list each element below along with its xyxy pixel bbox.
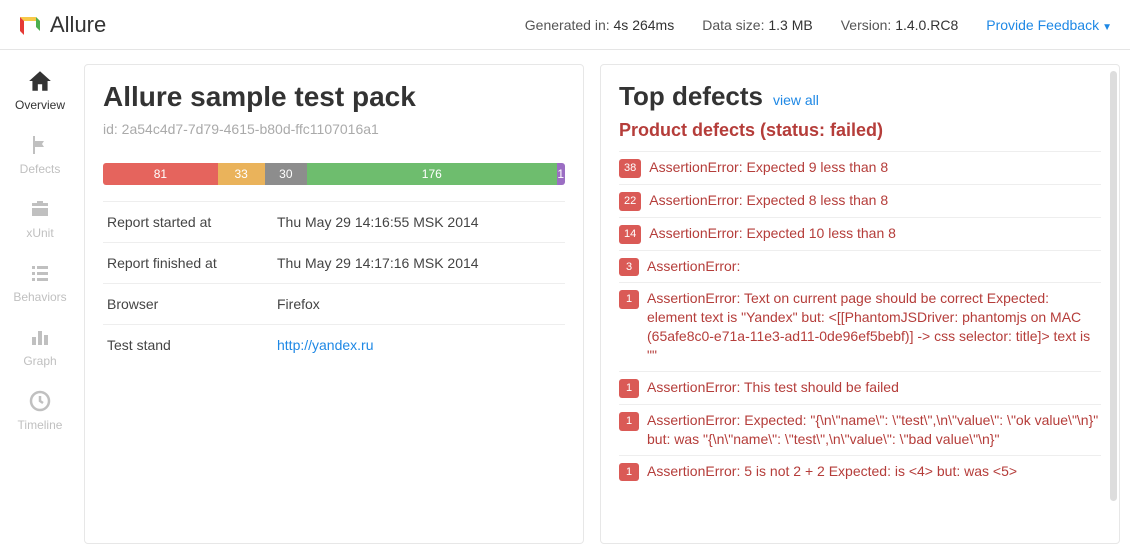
view-all-link[interactable]: view all — [773, 92, 819, 108]
defect-text: AssertionError: Expected 8 less than 8 — [649, 191, 888, 210]
top-defects-card: Top defects view all Product defects (st… — [600, 64, 1120, 544]
sidebar-item-label: Graph — [23, 354, 56, 368]
info-label: Test stand — [103, 325, 273, 366]
defects-subtitle: Product defects (status: failed) — [619, 120, 1101, 141]
test-pack-card: Allure sample test pack id: 2a54c4d7-7d7… — [84, 64, 584, 544]
info-value: Thu May 29 14:16:55 MSK 2014 — [273, 202, 565, 243]
status-unknown-seg[interactable]: 1 — [557, 163, 566, 185]
version: Version: 1.4.0.RC8 — [841, 17, 959, 33]
bar-chart-icon — [25, 324, 55, 350]
test-stand-link[interactable]: http://yandex.ru — [277, 337, 374, 353]
table-row: Test standhttp://yandex.ru — [103, 325, 565, 366]
defects-title: Top defects view all — [619, 81, 1101, 112]
status-passed-seg[interactable]: 176 — [307, 163, 556, 185]
defects-title-text: Top defects — [619, 81, 763, 112]
sidebar-item-behaviors[interactable]: Behaviors — [5, 260, 75, 304]
logo-text: Allure — [50, 12, 106, 38]
defect-count-badge: 1 — [619, 379, 639, 398]
defect-row[interactable]: 1 AssertionError: This test should be fai… — [619, 371, 1101, 404]
pack-id: id: 2a54c4d7-7d79-4615-b80d-ffc1107016a1 — [103, 121, 565, 137]
info-table: Report started atThu May 29 14:16:55 MSK… — [103, 201, 565, 365]
sidebar-item-xunit[interactable]: xUnit — [5, 196, 75, 240]
generated-in: Generated in: 4s 264ms — [525, 17, 674, 33]
defect-row[interactable]: 22 AssertionError: Expected 8 less than 8 — [619, 184, 1101, 217]
defect-row[interactable]: 14 AssertionError: Expected 10 less than … — [619, 217, 1101, 250]
status-bar: 81 33 30 176 1 — [103, 163, 565, 185]
briefcase-icon — [25, 196, 55, 222]
info-label: Report started at — [103, 202, 273, 243]
data-size: Data size: 1.3 MB — [702, 17, 813, 33]
list-icon — [25, 260, 55, 286]
defect-text: AssertionError: Expected 9 less than 8 — [649, 158, 888, 177]
sidebar-item-graph[interactable]: Graph — [5, 324, 75, 368]
status-broken-seg[interactable]: 33 — [218, 163, 265, 185]
scrollbar[interactable] — [1110, 71, 1117, 501]
defect-text: AssertionError: Expected 10 less than 8 — [649, 224, 896, 243]
table-row: Report finished atThu May 29 14:17:16 MS… — [103, 243, 565, 284]
defect-row[interactable]: 1 AssertionError: Text on current page sh… — [619, 282, 1101, 371]
table-row: BrowserFirefox — [103, 284, 565, 325]
allure-logo-icon — [18, 13, 42, 37]
sidebar-item-label: Defects — [20, 162, 61, 176]
flag-icon — [25, 132, 55, 158]
defect-count-badge: 22 — [619, 192, 641, 211]
caret-down-icon: ▼ — [1102, 22, 1112, 33]
sidebar-item-timeline[interactable]: Timeline — [5, 388, 75, 432]
info-label: Browser — [103, 284, 273, 325]
defect-text: AssertionError: Text on current page sho… — [647, 289, 1101, 365]
status-skipped-seg[interactable]: 30 — [265, 163, 308, 185]
home-icon — [25, 68, 55, 94]
table-row: Report started atThu May 29 14:16:55 MSK… — [103, 202, 565, 243]
defect-text: AssertionError: This test should be fail… — [647, 378, 899, 397]
info-value: Thu May 29 14:17:16 MSK 2014 — [273, 243, 565, 284]
defect-count-badge: 1 — [619, 412, 639, 431]
defect-row[interactable]: 38 AssertionError: Expected 9 less than 8 — [619, 151, 1101, 184]
defect-count-badge: 14 — [619, 225, 641, 244]
defect-row[interactable]: 1 AssertionError: Expected: "{\n\"name\":… — [619, 404, 1101, 455]
sidebar-item-label: Overview — [15, 98, 65, 112]
defect-row[interactable]: 1 AssertionError: 5 is not 2 + 2 Expected… — [619, 455, 1101, 488]
defect-row[interactable]: 3 AssertionError: — [619, 250, 1101, 283]
defect-text: AssertionError: 5 is not 2 + 2 Expected:… — [647, 462, 1017, 481]
pack-title: Allure sample test pack — [103, 81, 565, 113]
defect-count-badge: 3 — [619, 258, 639, 277]
defect-count-badge: 1 — [619, 290, 639, 309]
sidebar-item-label: Timeline — [18, 418, 63, 432]
clock-icon — [25, 388, 55, 414]
header-info: Generated in: 4s 264ms Data size: 1.3 MB… — [525, 17, 1112, 33]
logo[interactable]: Allure — [18, 12, 106, 38]
defect-count-badge: 1 — [619, 463, 639, 482]
app-header: Allure Generated in: 4s 264ms Data size:… — [0, 0, 1130, 50]
sidebar-item-overview[interactable]: Overview — [5, 68, 75, 112]
sidebar-item-defects[interactable]: Defects — [5, 132, 75, 176]
provide-feedback-link[interactable]: Provide Feedback▼ — [986, 17, 1112, 33]
sidebar-item-label: xUnit — [26, 226, 53, 240]
status-failed-seg[interactable]: 81 — [103, 163, 218, 185]
info-label: Report finished at — [103, 243, 273, 284]
sidebar: Overview Defects xUnit Behaviors Graph T… — [0, 50, 80, 550]
sidebar-item-label: Behaviors — [13, 290, 66, 304]
info-value: Firefox — [273, 284, 565, 325]
defect-text: AssertionError: — [647, 257, 740, 276]
defect-count-badge: 38 — [619, 159, 641, 178]
defect-text: AssertionError: Expected: "{\n\"name\": … — [647, 411, 1101, 449]
defects-list: 38 AssertionError: Expected 9 less than 8… — [619, 151, 1101, 487]
